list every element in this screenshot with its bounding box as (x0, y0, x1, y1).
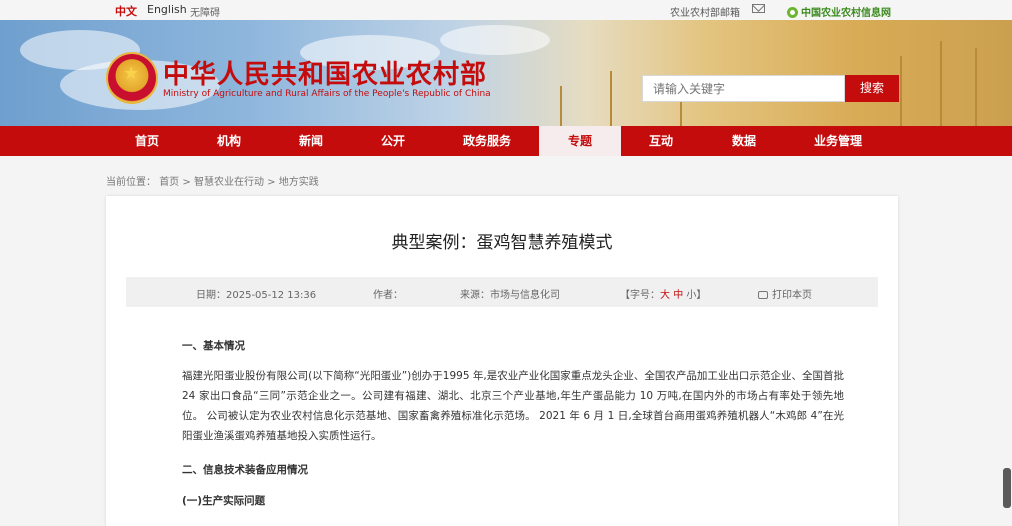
breadcrumb-home[interactable]: 首页 (159, 177, 179, 188)
breadcrumb: 当前位置： 首页 > 智慧农业在行动 > 地方实践 (106, 173, 319, 188)
font-size-control: 【字号：大 中 小】 (620, 286, 706, 301)
search-input[interactable] (642, 75, 845, 102)
wheat-decoration (940, 41, 942, 126)
accessibility-link[interactable]: 无障碍 (190, 4, 220, 19)
font-size-large-button[interactable]: 大 (660, 290, 670, 301)
breadcrumb-separator: > (267, 177, 276, 188)
breadcrumb-separator: > (182, 177, 191, 188)
site-subtitle: Ministry of Agriculture and Rural Affair… (163, 89, 491, 99)
search-button[interactable]: 搜索 (845, 75, 899, 102)
article-paragraph: 福建光阳蛋业股份有限公司(以下简称“光阳蛋业”)创办于1995 年,是农业产业化… (182, 370, 844, 442)
breadcrumb-prefix: 当前位置： (106, 177, 156, 188)
article-card: 典型案例：蛋鸡智慧养殖模式 日期：2025-05-12 13:36 作者： 来源… (106, 196, 898, 526)
wheat-decoration (900, 56, 902, 126)
section-heading: 一、基本情况 (182, 340, 245, 352)
page-scrollbar-thumb[interactable] (1003, 468, 1011, 508)
section-heading: 二、信息技术装备应用情况 (182, 464, 308, 476)
print-button[interactable]: 打印本页 (758, 286, 812, 301)
national-emblem-logo[interactable] (108, 54, 156, 102)
article-author: 作者： (373, 290, 403, 301)
site-title[interactable]: 中华人民共和国农业农村部 (163, 54, 487, 91)
font-size-medium-button[interactable]: 中 (673, 290, 683, 301)
lang-chinese-link[interactable]: 中文 (115, 3, 137, 19)
nav-item-interaction[interactable]: 互动 (630, 126, 692, 156)
cloud-decoration (440, 25, 550, 55)
article-date: 日期：2025-05-12 13:36 (196, 290, 317, 301)
info-net-link[interactable]: 中国农业农村信息网 (787, 4, 891, 19)
nav-item-services[interactable]: 政务服务 (448, 126, 526, 156)
nav-item-organization[interactable]: 机构 (198, 126, 260, 156)
main-nav: 首页 机构 新闻 公开 政务服务 专题 互动 数据 业务管理 (0, 126, 1012, 156)
nav-item-topics[interactable]: 专题 (539, 126, 621, 156)
wheat-decoration (975, 48, 977, 126)
print-label: 打印本页 (772, 290, 812, 301)
leaf-logo-icon (787, 7, 798, 18)
mailbox-link[interactable]: 农业农村部邮箱 (670, 4, 740, 19)
font-size-small-button[interactable]: 小 (686, 290, 696, 301)
nav-item-home[interactable]: 首页 (116, 126, 178, 156)
nav-item-news[interactable]: 新闻 (280, 126, 342, 156)
article-meta-bar: 日期：2025-05-12 13:36 作者： 来源：市场与信息化司 【字号：大… (126, 277, 878, 307)
nav-item-business[interactable]: 业务管理 (800, 126, 876, 156)
breadcrumb-smart-agriculture[interactable]: 智慧农业在行动 (194, 177, 264, 188)
nav-item-data[interactable]: 数据 (713, 126, 775, 156)
subsection-heading: (一)生产实际问题 (182, 495, 266, 507)
nav-item-public[interactable]: 公开 (362, 126, 424, 156)
article-title: 典型案例：蛋鸡智慧养殖模式 (391, 233, 613, 253)
wheat-decoration (560, 86, 562, 126)
lang-english-link[interactable]: English (147, 3, 187, 16)
printer-icon (758, 291, 768, 299)
top-utility-bar: 中文 English 无障碍 农业农村部邮箱 中国农业农村信息网 (0, 0, 1012, 20)
info-net-label: 中国农业农村信息网 (801, 8, 891, 19)
wheat-decoration (610, 71, 612, 126)
site-header: 中华人民共和国农业农村部 Ministry of Agriculture and… (0, 20, 1012, 126)
mail-icon[interactable] (752, 4, 765, 13)
font-size-suffix: 】 (696, 290, 707, 301)
breadcrumb-local-practice[interactable]: 地方实践 (279, 177, 319, 188)
article-source: 来源：市场与信息化司 (460, 290, 560, 301)
font-size-prefix: 【字号： (620, 290, 660, 301)
